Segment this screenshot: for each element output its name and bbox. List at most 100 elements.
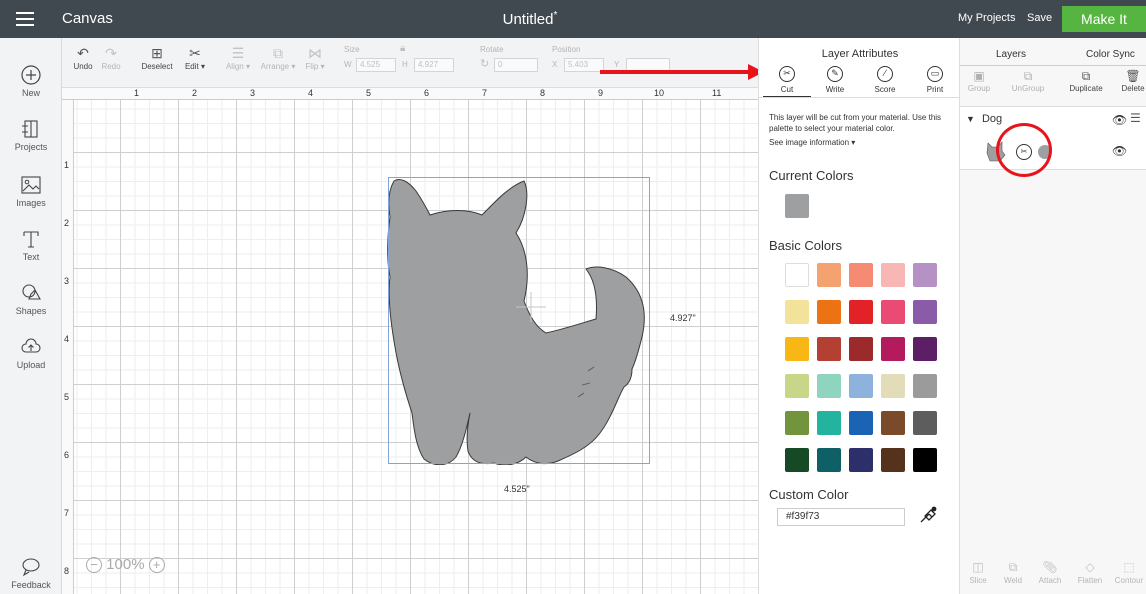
color-swatch[interactable]	[913, 448, 937, 472]
selection-box[interactable]	[388, 177, 650, 464]
lock-icon[interactable]: 🔒︎	[400, 43, 405, 54]
current-color-swatch[interactable]	[785, 194, 809, 218]
deselect-button[interactable]: ⊞ Deselect	[140, 44, 174, 71]
color-swatch[interactable]	[913, 411, 937, 435]
horizontal-ruler: 1 2 3 4 5 6 7 8 9 10 11	[62, 88, 758, 100]
drag-handle-icon[interactable]: ☰	[1130, 111, 1141, 125]
weld-button[interactable]: ⧉ Weld	[1000, 560, 1026, 585]
make-it-button[interactable]: Make It	[1062, 6, 1146, 32]
upload-button[interactable]: Upload	[0, 336, 62, 370]
x-position-input[interactable]: 5.403	[564, 58, 604, 72]
color-swatch[interactable]	[785, 337, 809, 361]
document-title-text: Untitled	[502, 11, 554, 28]
triangle-down-icon[interactable]: ▼	[966, 114, 975, 124]
tab-print[interactable]: ▭ Print	[911, 66, 959, 94]
projects-button[interactable]: Projects	[0, 118, 62, 152]
height-input[interactable]: 4.927	[414, 58, 454, 72]
slice-icon: ◫	[972, 560, 984, 574]
color-swatch[interactable]	[913, 337, 937, 361]
color-swatch[interactable]	[881, 263, 905, 287]
eye-icon[interactable]: 👁︎	[1112, 144, 1127, 158]
flip-dropdown[interactable]: ⋈ Flip ▾	[304, 44, 326, 71]
color-swatch[interactable]	[881, 300, 905, 324]
tab-score[interactable]: ∕ Score	[861, 66, 909, 94]
color-picker-icon[interactable]	[917, 504, 939, 526]
color-swatch[interactable]	[817, 411, 841, 435]
design-canvas[interactable]: 4.927" 4.525"	[74, 64, 764, 594]
color-swatch[interactable]	[849, 263, 873, 287]
zoom-control: − 100% +	[86, 556, 165, 574]
caret-down-icon: ▾	[318, 62, 325, 71]
delete-label: Delete	[1121, 84, 1145, 93]
layer-attributes-title: Layer Attributes	[821, 48, 899, 60]
color-swatch[interactable]	[817, 374, 841, 398]
new-button[interactable]: New	[0, 64, 62, 98]
tab-divider	[759, 97, 961, 98]
color-swatch[interactable]	[785, 263, 809, 287]
color-swatch[interactable]	[817, 263, 841, 287]
text-button[interactable]: Text	[0, 228, 62, 262]
slice-button[interactable]: ◫ Slice	[966, 560, 990, 585]
custom-color-input[interactable]: #f39f73	[777, 508, 905, 526]
menu-icon[interactable]	[16, 12, 34, 26]
color-swatch[interactable]	[785, 448, 809, 472]
ungroup-button[interactable]: ⧉ UnGroup	[1008, 68, 1048, 93]
attach-button[interactable]: 📎︎ Attach	[1034, 560, 1066, 585]
align-dropdown[interactable]: ☰ Align ▾	[224, 44, 252, 71]
document-title[interactable]: Untitled*	[500, 10, 560, 28]
my-projects-link[interactable]: My Projects	[958, 12, 1015, 24]
color-swatch[interactable]	[817, 448, 841, 472]
width-input[interactable]: 4.525	[356, 58, 396, 72]
layer-group-dog[interactable]: ▼ Dog	[966, 113, 1002, 125]
color-swatch[interactable]	[785, 374, 809, 398]
color-swatch[interactable]	[849, 337, 873, 361]
color-swatch[interactable]	[881, 337, 905, 361]
weld-icon: ⧉	[1008, 560, 1018, 574]
shapes-button[interactable]: Shapes	[0, 282, 62, 316]
color-swatch[interactable]	[849, 411, 873, 435]
color-swatch[interactable]	[849, 300, 873, 324]
upload-label: Upload	[16, 360, 46, 370]
color-swatch[interactable]	[785, 300, 809, 324]
tab-write[interactable]: ✎ Write	[811, 66, 859, 94]
color-swatch[interactable]	[913, 374, 937, 398]
save-link[interactable]: Save	[1027, 12, 1052, 24]
tab-cut[interactable]: ✂ Cut	[763, 66, 811, 98]
pen-icon: ✎	[827, 66, 843, 82]
eye-icon[interactable]: 👁︎	[1112, 113, 1127, 127]
contour-button[interactable]: ⬚ Contour	[1112, 560, 1146, 585]
color-swatch[interactable]	[913, 263, 937, 287]
color-swatch[interactable]	[881, 374, 905, 398]
color-swatch[interactable]	[817, 300, 841, 324]
color-swatch[interactable]	[817, 337, 841, 361]
tab-color-sync[interactable]: Color Sync	[1086, 49, 1135, 60]
feedback-button[interactable]: Feedback	[0, 556, 62, 590]
layers-panel: Layers Color Sync ▣ Group ⧉ UnGroup ⧉ Dupli…	[960, 38, 1146, 594]
redo-button[interactable]: ↷ Redo	[100, 44, 122, 71]
flatten-button[interactable]: ◇ Flatten	[1072, 560, 1108, 585]
color-swatch[interactable]	[785, 411, 809, 435]
rotate-input[interactable]: 0	[494, 58, 538, 72]
arrange-dropdown[interactable]: ⧉ Arrange ▾	[258, 44, 298, 71]
undo-button[interactable]: ↶ Undo	[72, 44, 94, 71]
ruler-number: 1	[64, 160, 70, 170]
delete-button[interactable]: 🗑︎ Delete	[1120, 68, 1146, 93]
duplicate-button[interactable]: ⧉ Duplicate	[1064, 68, 1108, 93]
zoom-in-button[interactable]: +	[148, 557, 165, 574]
color-swatch[interactable]	[881, 448, 905, 472]
zoom-out-button[interactable]: −	[86, 557, 102, 574]
color-swatch[interactable]	[881, 411, 905, 435]
group-button[interactable]: ▣ Group	[964, 68, 994, 93]
images-button[interactable]: Images	[0, 174, 62, 208]
tab-layers[interactable]: Layers	[996, 49, 1026, 60]
edit-dropdown[interactable]: ✂ Edit ▾	[182, 44, 208, 71]
ruler-number: 5	[64, 392, 70, 402]
color-swatch[interactable]	[913, 300, 937, 324]
see-image-information-link[interactable]: See image information ▾	[769, 138, 855, 147]
layer-attributes-panel: Layer Attributes ✂ Cut ✎ Write ∕ Score ▭…	[758, 38, 961, 594]
ruler-number: 1	[134, 88, 140, 98]
color-swatch[interactable]	[849, 374, 873, 398]
group-icon: ▣	[973, 69, 985, 83]
color-swatch[interactable]	[849, 448, 873, 472]
top-bar: Canvas Untitled* My Projects Save Make I…	[0, 0, 1146, 38]
